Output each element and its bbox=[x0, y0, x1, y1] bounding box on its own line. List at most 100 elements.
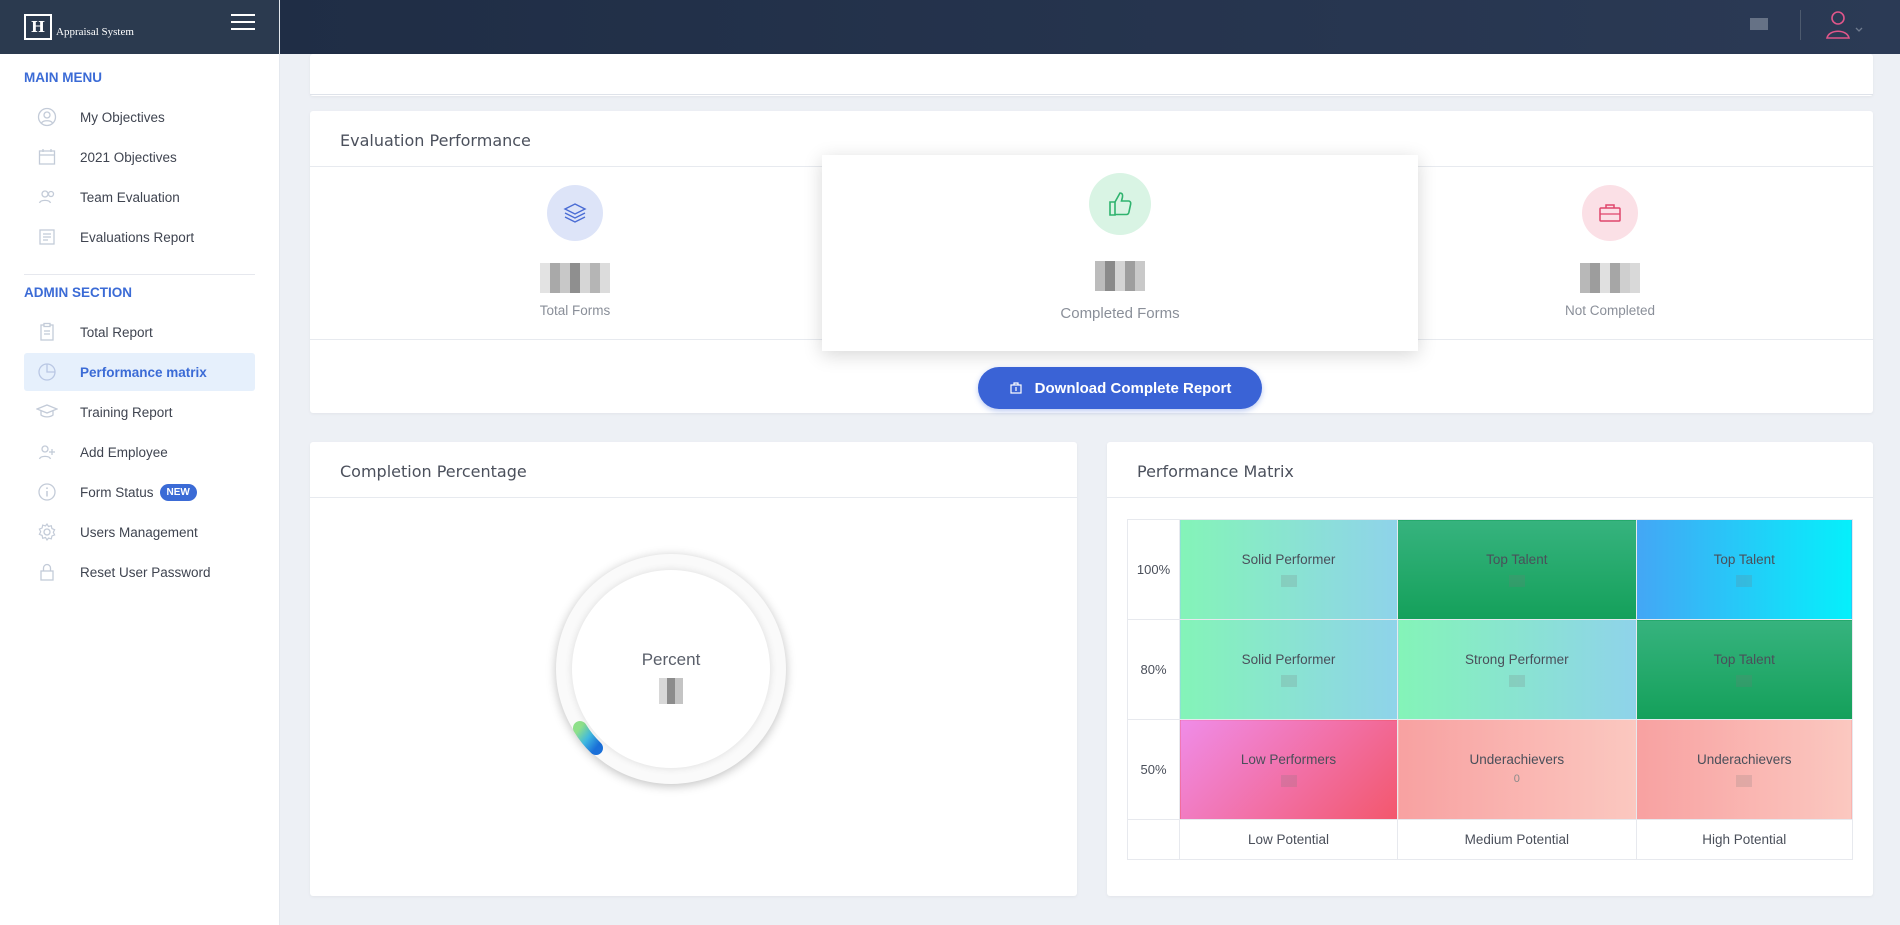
total-forms-value-redacted bbox=[425, 263, 725, 293]
sidebar-item-label: Total Report bbox=[80, 324, 153, 340]
matrix-row-100: 100% Solid Performer Top Talent Top Tale… bbox=[1127, 519, 1854, 620]
download-icon bbox=[1009, 381, 1023, 395]
matrix-cell[interactable]: Top Talent bbox=[1635, 519, 1854, 620]
matrix-row-50: 50% Low Performers Underachievers 0 Under… bbox=[1127, 719, 1854, 820]
completion-dial-center: Percent bbox=[572, 570, 770, 768]
completed-forms-stat: Completed Forms bbox=[822, 155, 1418, 351]
sidebar-item-label: Add Employee bbox=[80, 444, 168, 460]
matrix-row-80: 80% Solid Performer Strong Performer Top… bbox=[1127, 619, 1854, 720]
cell-label: Underachievers bbox=[1697, 752, 1792, 767]
sidebar-item-add-employee[interactable]: Add Employee bbox=[24, 433, 255, 471]
brand-bar: H Appraisal System bbox=[0, 0, 279, 54]
sidebar-item-performance-matrix[interactable]: Performance matrix bbox=[24, 353, 255, 391]
percent-label: Percent bbox=[641, 650, 701, 669]
cell-value-redacted bbox=[1508, 575, 1525, 587]
sidebar-item-label: Team Evaluation bbox=[80, 189, 180, 205]
not-completed-stat: Not Completed bbox=[1460, 185, 1760, 318]
sidebar-item-reset-user-password[interactable]: Reset User Password bbox=[24, 553, 255, 591]
sidebar-item-evaluations-report[interactable]: Evaluations Report bbox=[24, 218, 255, 256]
matrix-cell[interactable]: Solid Performer bbox=[1178, 519, 1399, 620]
percent-value-redacted bbox=[572, 678, 770, 704]
cell-label: Low Performers bbox=[1240, 752, 1337, 767]
matrix-cell[interactable]: Underachievers bbox=[1635, 719, 1854, 820]
sidebar-item-users-management[interactable]: Users Management bbox=[24, 513, 255, 551]
cell-value-redacted bbox=[1736, 775, 1753, 787]
col-label-low: Low Potential bbox=[1178, 819, 1399, 860]
sidebar-item-total-report[interactable]: Total Report bbox=[24, 313, 255, 351]
performance-matrix-grid: 100% Solid Performer Top Talent Top Tale… bbox=[1127, 519, 1854, 860]
main-menu-title: MAIN MENU bbox=[24, 70, 102, 85]
matrix-column-labels: Low Potential Medium Potential High Pote… bbox=[1127, 819, 1854, 860]
cell-label: Top Talent bbox=[1486, 552, 1548, 567]
calendar-icon bbox=[36, 146, 58, 168]
top-strip-card bbox=[310, 54, 1873, 96]
admin-menu: ADMIN SECTION Total Report Performance m… bbox=[0, 285, 279, 591]
lock-icon bbox=[36, 561, 58, 583]
matrix-cell[interactable]: Solid Performer bbox=[1178, 619, 1399, 720]
matrix-cell[interactable]: Low Performers bbox=[1178, 719, 1399, 820]
add-user-icon bbox=[36, 441, 58, 463]
thumbs-up-icon bbox=[1089, 173, 1151, 235]
matrix-cell[interactable]: Strong Performer bbox=[1397, 619, 1637, 720]
brand-logo-icon[interactable]: H bbox=[24, 14, 52, 40]
cell-label: Solid Performer bbox=[1241, 552, 1336, 567]
pie-chart-icon bbox=[36, 361, 58, 383]
cell-value-redacted bbox=[1280, 675, 1297, 687]
gear-icon bbox=[36, 521, 58, 543]
sidebar-item-label: My Objectives bbox=[80, 109, 165, 125]
users-icon bbox=[36, 186, 58, 208]
admin-section-title: ADMIN SECTION bbox=[24, 285, 132, 300]
row-label-80: 80% bbox=[1127, 619, 1180, 720]
matrix-cell[interactable]: Top Talent bbox=[1397, 519, 1637, 620]
completion-percentage-card: Completion Percentage Percent bbox=[310, 442, 1077, 896]
cell-value-redacted bbox=[1280, 775, 1297, 787]
performance-matrix-card: Performance Matrix 100% Solid Performer … bbox=[1107, 442, 1873, 896]
completion-percentage-title: Completion Percentage bbox=[310, 442, 1077, 498]
info-icon bbox=[36, 481, 58, 503]
cell-value-redacted bbox=[1280, 575, 1297, 587]
sidebar-item-team-evaluation[interactable]: Team Evaluation bbox=[24, 178, 255, 216]
user-profile-menu[interactable] bbox=[1825, 8, 1865, 42]
cell-label: Top Talent bbox=[1713, 652, 1775, 667]
new-badge: NEW bbox=[159, 483, 197, 501]
sidebar-divider bbox=[24, 274, 255, 275]
user-circle-icon bbox=[36, 106, 58, 128]
matrix-cell[interactable]: Top Talent bbox=[1635, 619, 1854, 720]
matrix-cell[interactable]: Underachievers 0 bbox=[1397, 719, 1637, 820]
sidebar-item-label: Users Management bbox=[80, 524, 198, 540]
sidebar-item-2021-objectives[interactable]: 2021 Objectives bbox=[24, 138, 255, 176]
evaluation-performance-card: Evaluation Performance Total Forms Not C… bbox=[310, 111, 1873, 413]
flag-icon[interactable] bbox=[1750, 18, 1768, 30]
graduation-cap-icon bbox=[36, 401, 58, 423]
not-completed-value-redacted bbox=[1460, 263, 1760, 293]
sidebar-item-training-report[interactable]: Training Report bbox=[24, 393, 255, 431]
total-forms-label: Total Forms bbox=[539, 303, 611, 318]
col-label-high: High Potential bbox=[1635, 819, 1854, 860]
main-menu: MAIN MENU My Objectives 2021 Objectives … bbox=[0, 70, 279, 256]
download-button-label: Download Complete Report bbox=[1034, 379, 1232, 397]
cell-value-redacted bbox=[1508, 675, 1525, 687]
performance-matrix-title: Performance Matrix bbox=[1107, 442, 1873, 498]
sidebar-item-label: Training Report bbox=[80, 404, 173, 420]
row-label-100: 100% bbox=[1127, 519, 1180, 620]
not-completed-label: Not Completed bbox=[1564, 303, 1656, 318]
briefcase-icon bbox=[1582, 185, 1638, 241]
user-profile-icon bbox=[1826, 11, 1863, 39]
clipboard-icon bbox=[36, 321, 58, 343]
hamburger-menu-icon[interactable] bbox=[231, 14, 255, 30]
sidebar-item-label: Evaluations Report bbox=[80, 229, 195, 245]
row-label-50: 50% bbox=[1127, 719, 1180, 820]
cell-value-redacted bbox=[1736, 675, 1753, 687]
report-icon bbox=[36, 226, 58, 248]
sidebar-item-my-objectives[interactable]: My Objectives bbox=[24, 98, 255, 136]
layers-icon bbox=[547, 185, 603, 241]
download-complete-report-button[interactable]: Download Complete Report bbox=[978, 367, 1262, 409]
cell-label: Strong Performer bbox=[1465, 652, 1569, 667]
col-label-medium: Medium Potential bbox=[1397, 819, 1637, 860]
sidebar-item-label: Form Status bbox=[80, 484, 154, 500]
main-content: Evaluation Performance Total Forms Not C… bbox=[280, 54, 1900, 925]
total-forms-stat: Total Forms bbox=[425, 185, 725, 318]
top-divider bbox=[310, 94, 1873, 95]
sidebar-item-form-status[interactable]: Form Status NEW bbox=[24, 473, 255, 511]
completed-forms-value-redacted bbox=[822, 261, 1418, 291]
